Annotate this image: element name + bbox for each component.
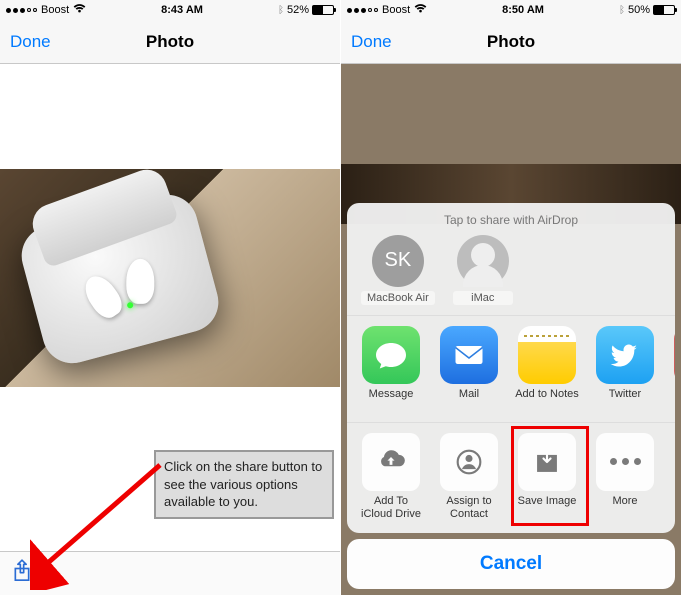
- clock: 8:50 AM: [427, 4, 619, 16]
- battery-icon: [653, 5, 675, 15]
- share-app-twitter[interactable]: Twitter: [591, 326, 659, 414]
- carrier-label: Boost: [382, 4, 410, 16]
- avatar-initials-icon: SK: [372, 235, 424, 287]
- battery-pct: 52%: [287, 4, 309, 16]
- done-button[interactable]: Done: [10, 32, 51, 52]
- status-bar: Boost 8:43 AM ᛒ 52%: [0, 0, 340, 20]
- share-app-peek[interactable]: F: [669, 326, 675, 414]
- bottom-toolbar: [0, 551, 340, 595]
- action-label: More: [612, 495, 637, 521]
- action-more[interactable]: More: [591, 433, 659, 521]
- wifi-icon: [73, 3, 86, 17]
- airdrop-label: MacBook Air: [361, 291, 435, 305]
- cloud-upload-icon: [362, 433, 420, 491]
- signal-dots-icon: [6, 8, 37, 13]
- app-peek-icon: [674, 326, 675, 384]
- mail-icon: [440, 326, 498, 384]
- right-screenshot: Boost 8:50 AM ᛒ 50% Done Photo Tap to sh…: [341, 0, 681, 595]
- page-title: Photo: [341, 32, 681, 52]
- app-label: Twitter: [609, 388, 641, 414]
- photo-viewer[interactable]: [0, 169, 340, 387]
- wifi-icon: [414, 3, 427, 17]
- bluetooth-icon: ᛒ: [278, 5, 284, 16]
- done-button[interactable]: Done: [351, 32, 392, 52]
- share-sheet: Tap to share with AirDrop SK MacBook Air…: [347, 203, 675, 589]
- action-label: Assign to Contact: [435, 495, 503, 521]
- message-icon: [362, 326, 420, 384]
- action-label: Add To iCloud Drive: [357, 495, 425, 521]
- photo-content: [0, 169, 340, 387]
- share-actions-row[interactable]: Add To iCloud Drive Assign to Contact Sa…: [347, 422, 675, 533]
- more-icon: [596, 433, 654, 491]
- bluetooth-icon: ᛒ: [619, 5, 625, 16]
- share-app-notes[interactable]: Add to Notes: [513, 326, 581, 414]
- airdrop-section: Tap to share with AirDrop SK MacBook Air…: [347, 203, 675, 315]
- nav-bar: Done Photo: [0, 20, 340, 64]
- action-save-image[interactable]: Save Image: [513, 433, 581, 521]
- share-apps-row[interactable]: Message Mail Add to Notes: [347, 315, 675, 422]
- status-bar: Boost 8:50 AM ᛒ 50%: [341, 0, 681, 20]
- app-label: Add to Notes: [515, 388, 579, 414]
- app-label: Message: [369, 388, 414, 414]
- airdrop-title: Tap to share with AirDrop: [347, 209, 675, 235]
- share-app-mail[interactable]: Mail: [435, 326, 503, 414]
- share-button[interactable]: [12, 558, 32, 589]
- avatar-generic-icon: [457, 235, 509, 287]
- save-download-icon: [518, 433, 576, 491]
- airdrop-target-macbook[interactable]: SK MacBook Air: [361, 235, 435, 305]
- nav-bar: Done Photo: [341, 20, 681, 64]
- airdrop-target-imac[interactable]: iMac: [453, 235, 513, 305]
- cancel-button[interactable]: Cancel: [347, 539, 675, 589]
- left-screenshot: Boost 8:43 AM ᛒ 52% Done Photo Click on …: [0, 0, 340, 595]
- share-app-message[interactable]: Message: [357, 326, 425, 414]
- airdrop-label: iMac: [453, 291, 513, 305]
- carrier-label: Boost: [41, 4, 69, 16]
- twitter-icon: [596, 326, 654, 384]
- action-add-icloud[interactable]: Add To iCloud Drive: [357, 433, 425, 521]
- annotation-tooltip: Click on the share button to see the var…: [154, 450, 334, 519]
- battery-icon: [312, 5, 334, 15]
- page-title: Photo: [0, 32, 340, 52]
- action-assign-contact[interactable]: Assign to Contact: [435, 433, 503, 521]
- notes-icon: [518, 326, 576, 384]
- battery-pct: 50%: [628, 4, 650, 16]
- clock: 8:43 AM: [86, 4, 278, 16]
- action-label: Save Image: [518, 495, 577, 521]
- app-label: Mail: [459, 388, 479, 414]
- signal-dots-icon: [347, 8, 378, 13]
- contact-icon: [440, 433, 498, 491]
